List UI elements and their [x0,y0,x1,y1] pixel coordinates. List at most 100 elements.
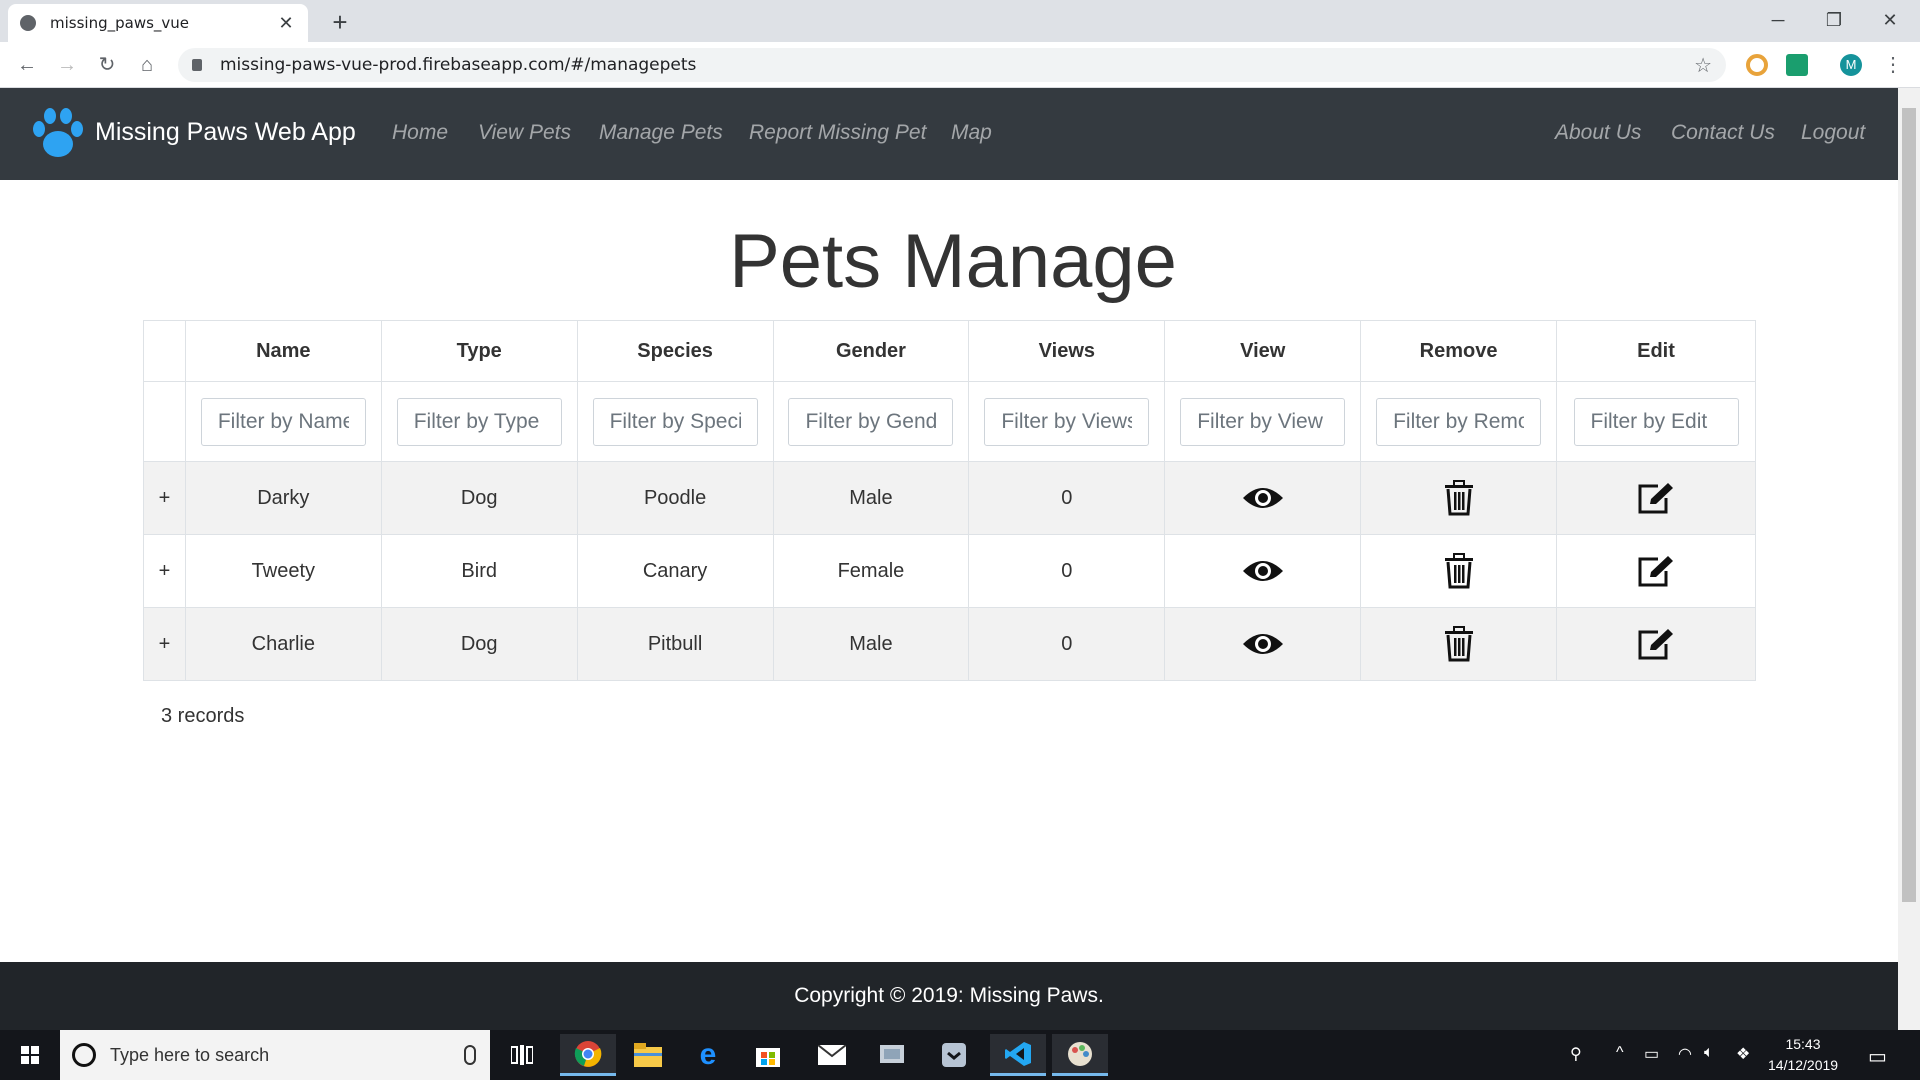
chrome-taskbar-icon[interactable] [560,1034,616,1076]
edit-cell [1556,534,1756,608]
battery-icon[interactable]: ▭ [1644,1044,1659,1064]
wifi-icon[interactable]: ◠ [1678,1044,1692,1064]
table-row: + Tweety Bird Canary Female 0 [143,534,1756,608]
eye-icon[interactable] [1165,630,1360,658]
filter-remove-input[interactable] [1376,397,1542,446]
vue-devtools-icon[interactable] [1786,54,1808,76]
nav-link-map[interactable]: Map [951,121,992,145]
cell-species: Canary [576,534,774,608]
nav-link-home[interactable]: Home [392,121,448,145]
filter-type-input[interactable] [396,397,562,446]
eye-icon[interactable] [1165,557,1360,585]
minimize-button[interactable]: ─ [1750,0,1806,40]
forward-icon[interactable]: → [52,50,82,80]
mail-icon[interactable] [810,1034,854,1076]
table-row: + Darky Dog Poodle Male 0 [143,461,1756,535]
filter-gender-input[interactable] [788,397,954,446]
records-count: 3 records [161,705,245,727]
url-text: missing-paws-vue-prod.firebaseapp.com/#/… [220,55,697,75]
edit-icon[interactable] [1557,627,1755,661]
filter-cell [1164,381,1362,462]
cell-name: Darky [184,461,382,535]
maximize-button[interactable]: ❐ [1806,0,1862,40]
column-header-type[interactable]: Type [380,320,578,382]
filter-spacer [143,381,186,462]
task-view-icon[interactable] [500,1034,544,1076]
edit-cell [1556,461,1756,535]
trash-icon[interactable] [1361,626,1556,662]
filter-edit-input[interactable] [1573,397,1739,446]
browser-tab[interactable]: missing_paws_vue ✕ [8,4,308,42]
filter-view-input[interactable] [1180,397,1346,446]
bookmark-star-icon[interactable]: ☆ [1694,53,1712,78]
volume-icon[interactable]: 🔈︎ [1704,1044,1714,1062]
filter-cell [1556,381,1756,462]
cell-views: 0 [968,607,1166,681]
expand-toggle[interactable]: + [143,461,186,535]
microphone-icon[interactable] [464,1045,476,1065]
filter-row [143,381,1756,462]
cell-species: Pitbull [576,607,774,681]
profile-avatar[interactable]: M [1840,54,1862,76]
nav-link-logout[interactable]: Logout [1801,121,1865,145]
taskbar-search[interactable]: Type here to search [60,1030,490,1080]
page-title: Pets Manage [729,219,1177,304]
remove-cell [1360,534,1558,608]
address-bar[interactable]: missing-paws-vue-prod.firebaseapp.com/#/… [178,48,1726,82]
home-icon[interactable]: ⌂ [132,50,162,80]
filter-name-input[interactable] [200,397,366,446]
cell-gender: Male [772,461,970,535]
people-icon[interactable]: ⚲ [1570,1044,1582,1064]
nav-link-contact-us[interactable]: Contact Us [1671,121,1775,145]
close-window-button[interactable]: ✕ [1862,0,1918,40]
filter-cell [380,381,578,462]
column-header-species[interactable]: Species [576,320,774,382]
column-header-view[interactable]: View [1164,320,1362,382]
paw-logo-icon[interactable] [30,104,86,162]
pocket-icon[interactable] [932,1034,976,1076]
nav-link-report-missing-pet[interactable]: Report Missing Pet [749,121,926,145]
paint-icon[interactable] [1052,1034,1108,1076]
vscode-icon[interactable] [990,1034,1046,1076]
filter-views-input[interactable] [984,397,1150,446]
new-tab-button[interactable]: + [322,4,358,40]
tray-chevron-icon[interactable]: ^ [1616,1044,1624,1062]
app-brand[interactable]: Missing Paws Web App [95,118,356,147]
notifications-icon[interactable]: ▭ [1868,1044,1887,1069]
reload-icon[interactable]: ↻ [92,50,122,80]
edge-icon[interactable]: e [686,1034,730,1076]
clock-time: 15:43 [1785,1036,1821,1052]
edit-icon[interactable] [1557,554,1755,588]
trash-icon[interactable] [1361,553,1556,589]
filter-cell [576,381,774,462]
taskbar-clock[interactable]: 15:43 14/12/2019 [1768,1034,1838,1076]
filter-species-input[interactable] [592,397,758,446]
column-header-gender[interactable]: Gender [772,320,970,382]
expand-toggle[interactable]: + [143,534,186,608]
column-header-edit[interactable]: Edit [1556,320,1756,382]
expand-toggle[interactable]: + [143,607,186,681]
store-icon[interactable] [746,1034,790,1076]
windows-start-icon[interactable] [0,1030,60,1080]
eye-icon[interactable] [1165,484,1360,512]
cell-gender: Female [772,534,970,608]
column-header-name[interactable]: Name [184,320,382,382]
back-icon[interactable]: ← [12,50,42,80]
cell-species: Poodle [576,461,774,535]
filter-cell [968,381,1166,462]
nav-link-view-pets[interactable]: View Pets [478,121,571,145]
trash-icon[interactable] [1361,480,1556,516]
file-explorer-icon[interactable] [626,1034,670,1076]
menu-kebab-icon[interactable]: ⋮ [1878,50,1908,80]
column-header-views[interactable]: Views [968,320,1166,382]
clock-date: 14/12/2019 [1768,1057,1839,1073]
close-tab-icon[interactable]: ✕ [276,13,296,34]
taskbar-search-placeholder: Type here to search [110,1044,270,1065]
nav-link-about-us[interactable]: About Us [1555,121,1641,145]
edit-icon[interactable] [1557,481,1755,515]
extension-ring-icon[interactable] [1746,54,1768,76]
dropbox-icon[interactable]: ❖ [1736,1044,1750,1064]
app-icon[interactable] [870,1034,914,1076]
column-header-remove[interactable]: Remove [1360,320,1558,382]
nav-link-manage-pets[interactable]: Manage Pets [599,121,723,145]
